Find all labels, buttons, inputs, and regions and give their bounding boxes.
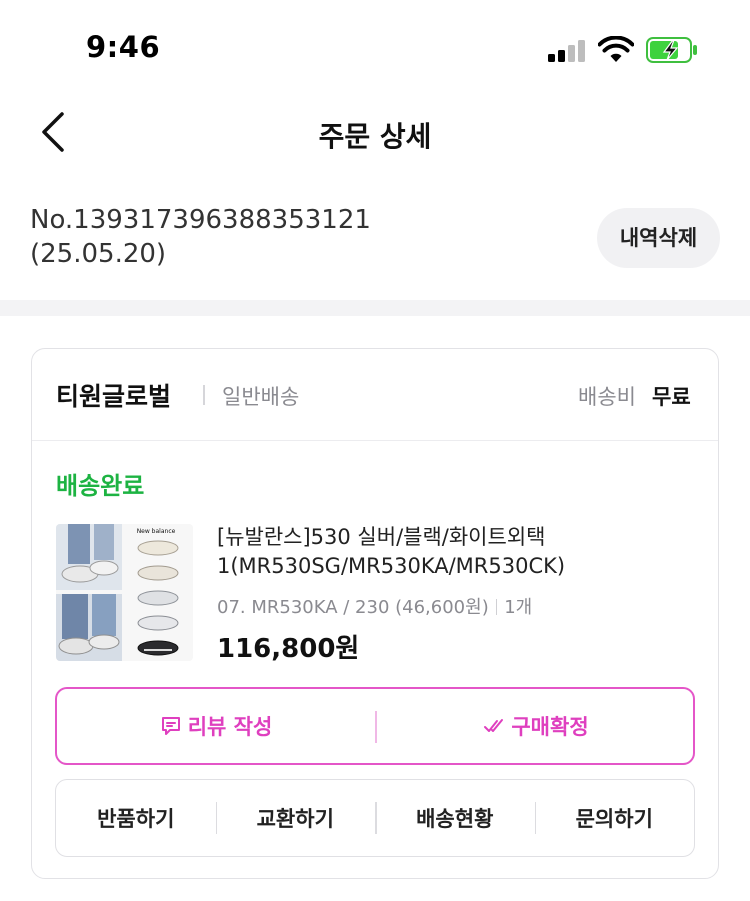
status-time: 9:46 bbox=[86, 30, 161, 64]
battery-charging-icon bbox=[646, 37, 697, 63]
option-separator bbox=[495, 599, 498, 615]
option-detail: 07. MR530KA / 230 (46,600원) bbox=[217, 597, 489, 618]
delivery-tracking-button[interactable]: 배송현황 bbox=[375, 780, 535, 856]
cellular-signal-icon bbox=[548, 38, 586, 62]
wifi-icon bbox=[598, 36, 634, 62]
shipping-fee-value: 무료 bbox=[652, 385, 691, 409]
write-review-button[interactable]: 리뷰 작성 bbox=[57, 689, 375, 763]
card-header: 티원글로벌 일반배송 배송비 무료 bbox=[32, 349, 718, 441]
section-divider bbox=[0, 300, 750, 316]
product-name[interactable]: [뉴발란스]530 실버/블랙/화이트외택1(MR530SG/MR530KA/M… bbox=[217, 523, 697, 581]
product-quantity: 1개 bbox=[504, 597, 533, 618]
inquiry-button[interactable]: 문의하기 bbox=[534, 780, 695, 856]
product-option: 07. MR530KA / 230 (46,600원) 1개 bbox=[217, 593, 532, 619]
shipping-type: 일반배송 bbox=[222, 385, 300, 409]
return-button[interactable]: 반품하기 bbox=[56, 780, 216, 856]
delivery-status: 배송완료 bbox=[56, 472, 145, 500]
review-icon bbox=[161, 717, 180, 735]
order-number: No.1393173963883531​21 bbox=[30, 205, 371, 235]
header-separator bbox=[203, 385, 205, 405]
confirm-purchase-label: 구매확정 bbox=[511, 715, 589, 739]
primary-actions: 리뷰 작성 구매확정 bbox=[55, 687, 695, 765]
order-info: No.1393173963883531​21 (25.05.20) bbox=[30, 203, 371, 271]
shipping-fee-label: 배송비 bbox=[578, 385, 636, 409]
status-bar: 9:46 bbox=[0, 0, 750, 95]
product-price: 116,800원 bbox=[217, 634, 360, 664]
navigation-bar: 주문 상세 bbox=[0, 95, 750, 175]
exchange-button[interactable]: 교환하기 bbox=[215, 780, 376, 856]
write-review-label: 리뷰 작성 bbox=[187, 715, 273, 739]
order-card: 티원글로벌 일반배송 배송비 무료 배송완료 New balance [뉴발란스… bbox=[31, 348, 719, 879]
order-date: (25.05.20) bbox=[30, 239, 167, 269]
page-title: 주문 상세 bbox=[318, 120, 432, 153]
confirm-purchase-button[interactable]: 구매확정 bbox=[377, 689, 695, 763]
delete-history-button[interactable]: 내역삭제 bbox=[597, 208, 720, 268]
check-icon bbox=[484, 719, 504, 732]
brand-text: New balance bbox=[137, 528, 176, 535]
seller-name[interactable]: 티원글로벌 bbox=[56, 377, 171, 413]
secondary-actions: 반품하기 교환하기 배송현황 문의하기 bbox=[55, 779, 695, 857]
product-thumbnail[interactable]: New balance bbox=[56, 524, 193, 661]
